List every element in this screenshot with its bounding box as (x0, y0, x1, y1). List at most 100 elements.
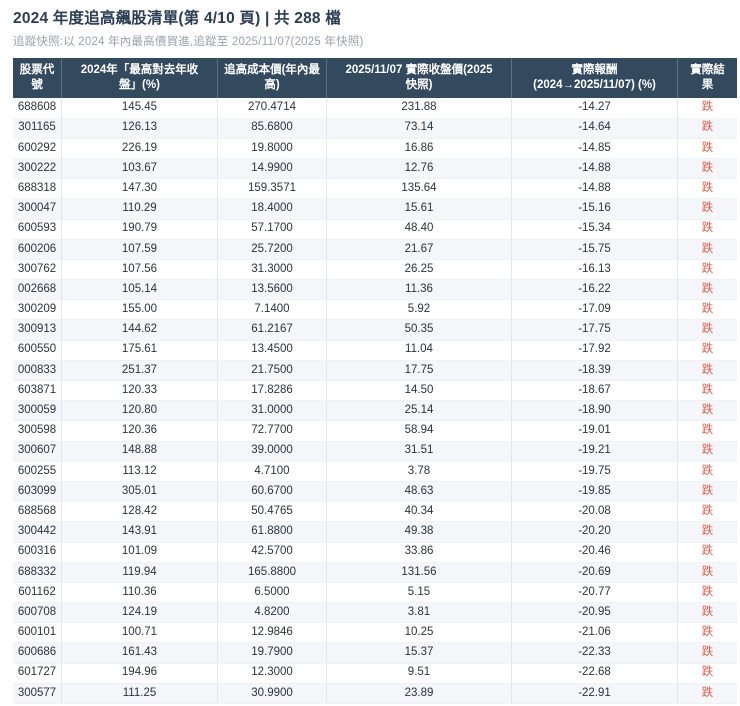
actual-return-cell: -20.77 (512, 582, 678, 604)
actual-return-cell: -20.46 (512, 542, 678, 563)
chase-cost-cell: 12.9846 (218, 623, 327, 644)
stock-code-cell: 600550 (13, 340, 62, 361)
report-page: 2024 年度追高飆股清單(第 4/10 頁) | 共 288 檔 追蹤快照:以… (0, 0, 740, 706)
result-cell: 跌 (678, 239, 737, 260)
actual-close-cell: 10.25 (327, 623, 512, 644)
peak-vs-prev-close-cell: 190.79 (62, 219, 218, 240)
peak-vs-prev-close-cell: 145.45 (62, 98, 218, 119)
table-row: 300209 155.00 7.1400 5.92 -17.09 跌 (13, 300, 737, 321)
result-cell: 跌 (678, 158, 737, 180)
actual-close-cell: 15.61 (327, 199, 512, 220)
actual-return-cell: -14.85 (512, 138, 678, 159)
actual-return-cell: -17.75 (512, 320, 678, 341)
peak-vs-prev-close-cell: 161.43 (62, 643, 218, 664)
actual-return-cell: -14.64 (512, 118, 678, 139)
actual-return-cell: -15.75 (512, 239, 678, 260)
table-row: 688332 119.94 165.8800 131.56 -20.69 跌 (13, 562, 737, 583)
actual-close-cell: 25.14 (327, 401, 512, 422)
chase-cost-cell: 13.5600 (218, 280, 327, 301)
actual-return-cell: -17.92 (512, 340, 678, 361)
stock-code-cell: 300577 (13, 683, 62, 704)
stock-code-cell: 601727 (13, 663, 62, 684)
peak-vs-prev-close-cell: 124.19 (62, 603, 218, 624)
result-cell: 跌 (678, 300, 737, 321)
actual-close-cell: 135.64 (327, 179, 512, 200)
peak-vs-prev-close-cell: 110.36 (62, 582, 218, 604)
actual-close-cell: 31.51 (327, 441, 512, 462)
actual-return-cell: -19.85 (512, 481, 678, 503)
chase-cost-cell: 30.9900 (218, 683, 327, 704)
peak-vs-prev-close-cell: 128.42 (62, 502, 218, 523)
chase-cost-cell: 6.5000 (218, 582, 327, 604)
peak-vs-prev-close-cell: 111.25 (62, 683, 218, 704)
stock-code-cell: 300209 (13, 300, 62, 321)
stock-code-cell: 002668 (13, 280, 62, 301)
page-title: 2024 年度追高飆股清單(第 4/10 頁) | 共 288 檔 (13, 10, 341, 27)
table-row: 300222 103.67 14.9900 12.76 -14.88 跌 (13, 158, 737, 180)
chase-cost-cell: 21.7500 (218, 360, 327, 381)
actual-close-cell: 9.51 (327, 663, 512, 684)
actual-return-cell: -14.88 (512, 179, 678, 200)
stock-code-cell: 300762 (13, 259, 62, 281)
result-cell: 跌 (678, 179, 737, 200)
actual-return-cell: -19.21 (512, 441, 678, 462)
table-row: 600255 113.12 4.7100 3.78 -19.75 跌 (13, 461, 737, 482)
chase-cost-cell: 50.4765 (218, 502, 327, 523)
peak-vs-prev-close-cell: 107.59 (62, 239, 218, 260)
peak-vs-prev-close-cell: 126.13 (62, 118, 218, 139)
table-row: 688568 128.42 50.4765 40.34 -20.08 跌 (13, 502, 737, 523)
table-row: 600708 124.19 4.8200 3.81 -20.95 跌 (13, 603, 737, 624)
stock-code-cell: 600255 (13, 461, 62, 482)
result-cell: 跌 (678, 562, 737, 583)
result-cell: 跌 (678, 401, 737, 422)
page-subtitle: 追蹤快照:以 2024 年內最高價買進,追蹤至 2025/11/07(2025 … (13, 36, 364, 49)
peak-vs-prev-close-cell: 105.14 (62, 280, 218, 301)
actual-return-cell: -17.09 (512, 300, 678, 321)
chase-cost-cell: 4.7100 (218, 461, 327, 482)
chase-cost-cell: 19.7900 (218, 643, 327, 664)
peak-vs-prev-close-cell: 100.71 (62, 623, 218, 644)
actual-return-cell: -16.22 (512, 280, 678, 301)
result-cell: 跌 (678, 340, 737, 361)
column-header-result: 實際結 果 (678, 58, 737, 99)
result-cell: 跌 (678, 603, 737, 624)
peak-vs-prev-close-cell: 194.96 (62, 663, 218, 684)
actual-close-cell: 23.89 (327, 683, 512, 704)
result-cell: 跌 (678, 663, 737, 684)
peak-vs-prev-close-cell: 147.30 (62, 179, 218, 200)
chase-cost-cell: 159.3571 (218, 179, 327, 200)
chase-cost-cell: 165.8800 (218, 562, 327, 583)
actual-return-cell: -16.13 (512, 259, 678, 281)
actual-close-cell: 131.56 (327, 562, 512, 583)
stock-code-cell: 603871 (13, 381, 62, 402)
chase-cost-cell: 31.3000 (218, 259, 327, 281)
stock-code-cell: 603099 (13, 481, 62, 503)
actual-return-cell: -22.68 (512, 663, 678, 684)
result-cell: 跌 (678, 320, 737, 341)
actual-return-cell: -20.20 (512, 522, 678, 543)
chase-cost-cell: 13.4500 (218, 340, 327, 361)
actual-close-cell: 26.25 (327, 259, 512, 281)
chase-cost-cell: 61.8800 (218, 522, 327, 543)
result-cell: 跌 (678, 381, 737, 402)
actual-return-cell: -18.67 (512, 381, 678, 402)
actual-return-cell: -20.08 (512, 502, 678, 523)
chase-cost-cell: 4.8200 (218, 603, 327, 624)
peak-vs-prev-close-cell: 155.00 (62, 300, 218, 321)
chase-cost-cell: 39.0000 (218, 441, 327, 462)
actual-close-cell: 15.37 (327, 643, 512, 664)
chase-cost-cell: 60.6700 (218, 481, 327, 503)
peak-vs-prev-close-cell: 113.12 (62, 461, 218, 482)
stock-code-cell: 688608 (13, 98, 62, 119)
table-row: 300913 144.62 61.2167 50.35 -17.75 跌 (13, 320, 737, 341)
actual-close-cell: 40.34 (327, 502, 512, 523)
peak-vs-prev-close-cell: 103.67 (62, 158, 218, 180)
table-row: 600550 175.61 13.4500 11.04 -17.92 跌 (13, 340, 737, 361)
chase-cost-cell: 14.9900 (218, 158, 327, 180)
stock-code-cell: 300442 (13, 522, 62, 543)
stock-code-cell: 688332 (13, 562, 62, 583)
peak-vs-prev-close-cell: 120.36 (62, 421, 218, 442)
table-row: 000833 251.37 21.7500 17.75 -18.39 跌 (13, 360, 737, 381)
actual-close-cell: 3.78 (327, 461, 512, 482)
actual-close-cell: 48.63 (327, 481, 512, 503)
